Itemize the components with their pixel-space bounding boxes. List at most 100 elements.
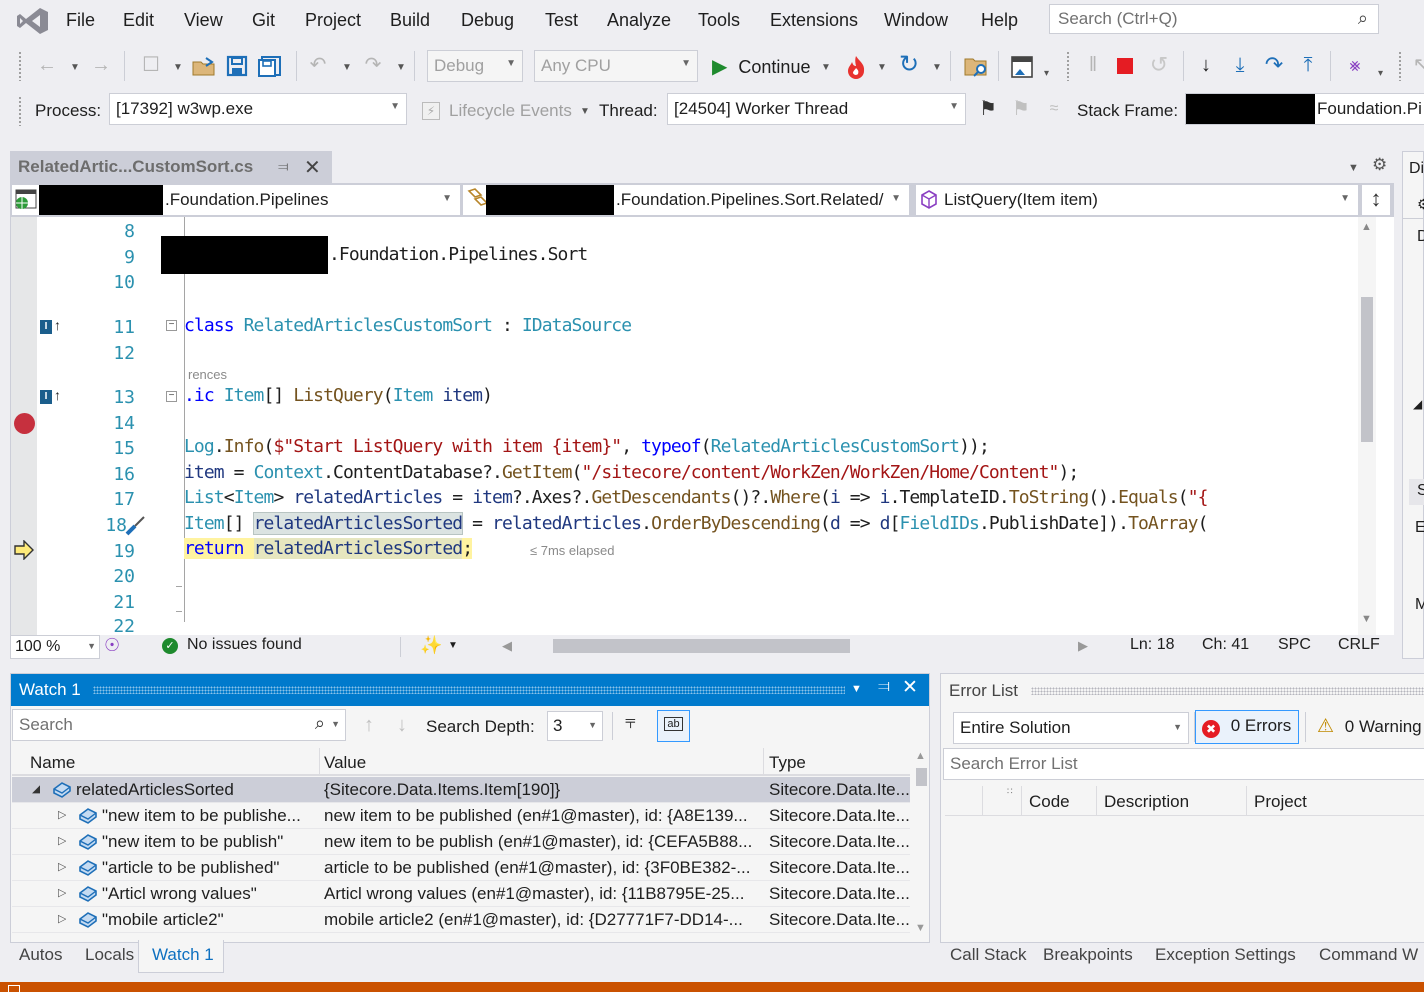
restart-debug-icon[interactable]: ↺ xyxy=(1146,52,1172,78)
column-header-description[interactable]: Description xyxy=(1104,792,1189,812)
tab-locals[interactable]: Locals xyxy=(85,945,134,965)
tab-autos[interactable]: Autos xyxy=(19,945,62,965)
drag-grip[interactable] xyxy=(93,686,845,694)
close-tab-icon[interactable]: ✕ xyxy=(304,155,321,180)
watch-row[interactable]: ▷ "article to be published" article to b… xyxy=(12,855,910,881)
column-header-code[interactable]: Code xyxy=(1029,792,1070,812)
settings-gear-icon[interactable]: ⚙ xyxy=(1417,196,1424,213)
new-project-dropdown-icon[interactable]: ▼ xyxy=(173,62,183,73)
collapse-icon[interactable]: − xyxy=(166,320,177,331)
scroll-up-icon[interactable]: ▲ xyxy=(1361,221,1372,233)
thread-select[interactable]: [24504] Worker Thread ▼ xyxy=(667,93,966,125)
flag-thread-icon[interactable]: ⚑ xyxy=(975,96,1001,122)
split-window-icon[interactable]: ↕ xyxy=(1362,185,1390,215)
cleanup-dropdown-icon[interactable]: ▼ xyxy=(448,640,458,651)
hot-reload-dropdown-icon[interactable]: ▼ xyxy=(877,62,887,73)
filter-icon[interactable]: ∷ xyxy=(1007,786,1013,797)
zoom-select[interactable]: 100 % ▼ xyxy=(10,635,100,659)
restart-dropdown-icon[interactable]: ▼ xyxy=(932,62,942,73)
implementation-icon[interactable]: I xyxy=(40,390,52,404)
scroll-right-icon[interactable]: ▶ xyxy=(1078,638,1088,654)
find-in-files-icon[interactable] xyxy=(964,56,990,78)
continue-button[interactable]: ▶ Continue xyxy=(712,54,810,80)
toolbar-grip[interactable] xyxy=(18,51,22,81)
menu-view[interactable]: View xyxy=(184,10,223,31)
pointer-icon[interactable]: ↖ xyxy=(1408,52,1424,78)
close-icon[interactable]: ✕ xyxy=(902,676,918,699)
collapse-arrow-icon[interactable]: ◢ xyxy=(32,782,40,795)
menu-window[interactable]: Window xyxy=(884,10,948,31)
horizontal-scrollbar-thumb[interactable] xyxy=(553,639,850,653)
configuration-select[interactable]: Debug ▼ xyxy=(427,50,523,82)
member-nav-select[interactable]: ListQuery(Item item) ▼ xyxy=(916,185,1358,215)
pin-source-icon[interactable]: ⫧ xyxy=(625,712,636,734)
step-over-icon[interactable]: ↷ xyxy=(1261,52,1287,78)
column-header-project[interactable]: Project xyxy=(1254,792,1307,812)
codelens-references[interactable]: rences xyxy=(188,367,227,382)
continue-dropdown-icon[interactable]: ▼ xyxy=(821,62,831,73)
column-header-name[interactable]: Name xyxy=(30,753,75,773)
error-list-search-input[interactable]: Search Error List xyxy=(943,748,1424,780)
undo-icon[interactable]: ↶ xyxy=(305,52,331,78)
menu-tools[interactable]: Tools xyxy=(698,10,740,31)
search-depth-select[interactable]: 3 ▼ xyxy=(547,711,603,741)
menu-help[interactable]: Help xyxy=(981,10,1018,31)
toolbar-grip[interactable] xyxy=(18,96,22,126)
pause-icon[interactable]: ‖ xyxy=(1080,52,1106,78)
menu-file[interactable]: File xyxy=(66,10,95,31)
back-dropdown-icon[interactable]: ▼ xyxy=(70,62,80,73)
redo-dropdown-icon[interactable]: ▼ xyxy=(396,62,406,73)
undo-dropdown-icon[interactable]: ▼ xyxy=(342,62,352,73)
expand-arrow-icon[interactable]: ▷ xyxy=(58,860,66,873)
column-divider[interactable] xyxy=(982,786,983,816)
diagnostics-icon[interactable]: ⨳ xyxy=(1342,52,1368,78)
tab-list-dropdown-icon[interactable]: ▼ xyxy=(1348,162,1359,174)
scroll-left-icon[interactable]: ◀ xyxy=(502,638,512,654)
overflow-icon[interactable]: ▾ xyxy=(1378,68,1383,79)
quick-actions-screwdriver-icon[interactable] xyxy=(123,512,149,538)
expand-triangle-icon[interactable]: ◢ xyxy=(1413,397,1422,411)
scroll-up-icon[interactable]: ▲ xyxy=(915,750,926,762)
column-divider[interactable] xyxy=(1096,786,1097,816)
intellicode-icon[interactable]: ☉ xyxy=(104,635,120,656)
expand-arrow-icon[interactable]: ▷ xyxy=(58,886,66,899)
lifecycle-dropdown-icon[interactable]: ▼ xyxy=(580,106,590,117)
menu-test[interactable]: Test xyxy=(545,10,578,31)
lifecycle-events-button[interactable]: Lifecycle Events xyxy=(449,101,572,121)
stop-icon[interactable] xyxy=(1117,58,1133,74)
save-all-icon[interactable] xyxy=(258,55,282,77)
window-menu-dropdown-icon[interactable]: ▼ xyxy=(851,683,862,695)
global-search-input[interactable]: Search (Ctrl+Q) ⌕ xyxy=(1049,4,1379,34)
errors-filter-toggle[interactable]: ✖ 0 Errors xyxy=(1195,710,1299,744)
scroll-down-icon[interactable]: ▼ xyxy=(1361,613,1372,625)
tab-exception-settings[interactable]: Exception Settings xyxy=(1155,945,1296,965)
watch-row[interactable]: ▷ "new item to be publishe... new item t… xyxy=(12,803,910,829)
menu-build[interactable]: Build xyxy=(390,10,430,31)
menu-project[interactable]: Project xyxy=(305,10,361,31)
collapse-icon[interactable]: − xyxy=(166,391,177,402)
hot-reload-icon[interactable] xyxy=(844,54,868,80)
column-divider[interactable] xyxy=(1246,786,1247,816)
find-next-icon[interactable]: ↓ xyxy=(397,714,407,737)
tab-call-stack[interactable]: Call Stack xyxy=(950,945,1027,965)
pin-icon[interactable]: ⫤ xyxy=(278,158,289,175)
overflow-icon[interactable]: ▾ xyxy=(1044,68,1049,79)
tab-breakpoints[interactable]: Breakpoints xyxy=(1043,945,1133,965)
watch-row[interactable]: ▷ "new item to be publish" new item to b… xyxy=(12,829,910,855)
menu-analyze[interactable]: Analyze xyxy=(607,10,671,31)
toolbar-grip[interactable] xyxy=(1398,51,1402,81)
drag-grip[interactable] xyxy=(1031,687,1424,695)
flag-all-threads-icon[interactable]: ⚑ xyxy=(1008,96,1034,122)
menu-git[interactable]: Git xyxy=(252,10,275,31)
process-select[interactable]: [17392] w3wp.exe ▼ xyxy=(109,93,407,125)
implementation-icon[interactable]: I xyxy=(40,320,52,334)
settings-gear-icon[interactable]: ⚙ xyxy=(1372,155,1387,175)
document-tab[interactable]: RelatedArtic...CustomSort.cs ⫤ ✕ xyxy=(10,151,332,184)
scrollbar-thumb[interactable] xyxy=(1361,297,1373,442)
toolbar-grip[interactable] xyxy=(1066,51,1070,81)
show-next-statement-icon[interactable]: ↓ xyxy=(1193,52,1219,78)
new-project-icon[interactable]: ☐ xyxy=(138,52,164,78)
column-divider[interactable] xyxy=(1021,786,1022,816)
issues-status[interactable]: No issues found xyxy=(187,636,302,654)
redo-icon[interactable]: ↷ xyxy=(360,52,386,78)
